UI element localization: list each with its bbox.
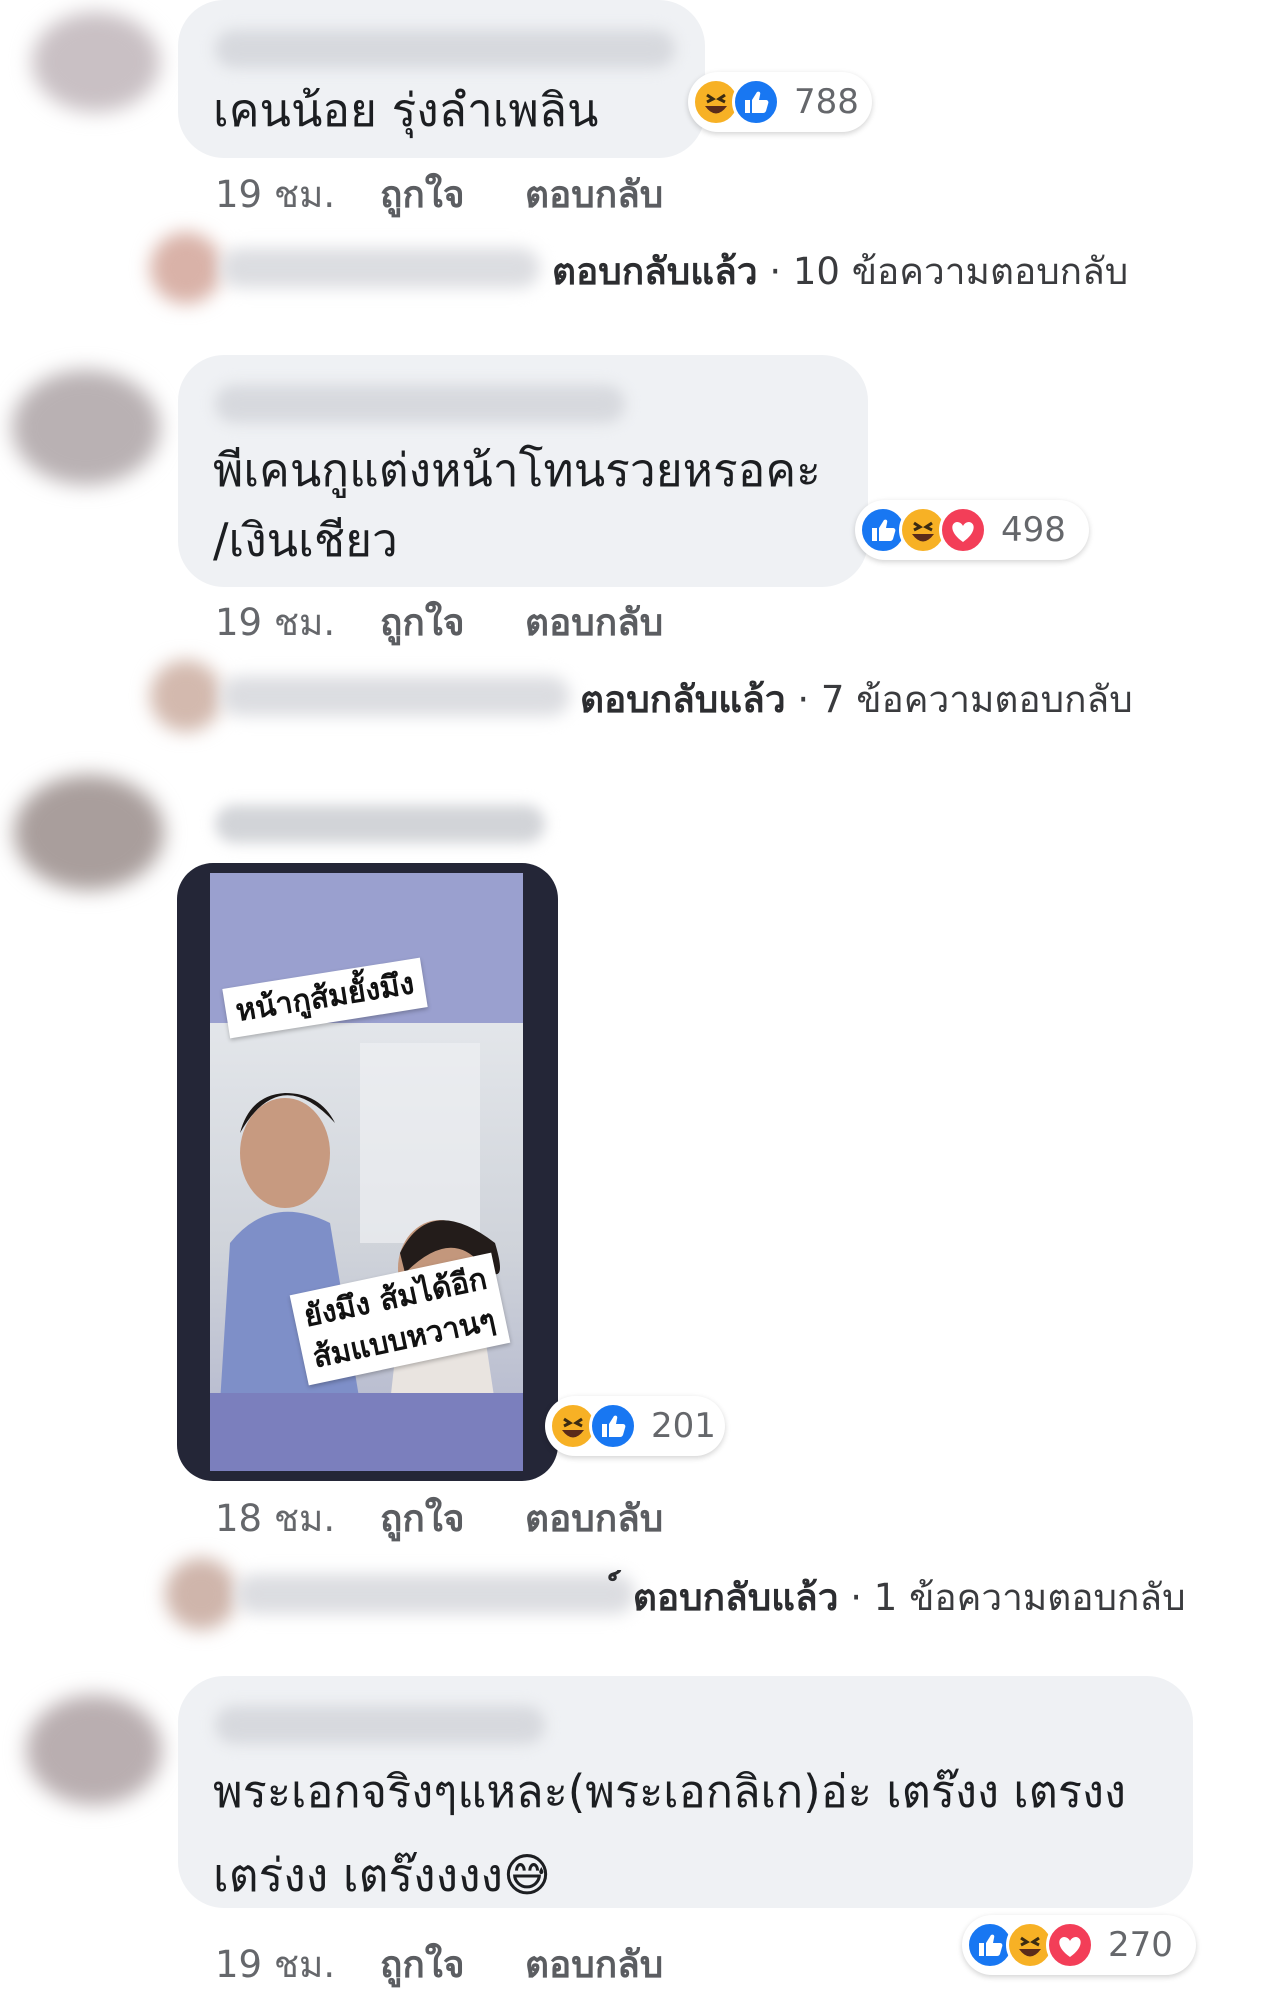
avatar[interactable] xyxy=(14,775,164,890)
comment-actions: 18 ชม. ถูกใจ ตอบกลับ xyxy=(215,1489,715,1540)
comment-time[interactable]: 19 ชม. xyxy=(215,593,335,652)
like-action[interactable]: ถูกใจ xyxy=(380,1935,465,1994)
commenter-name-blurred[interactable] xyxy=(215,1706,545,1744)
comment-text-line-2: /เงินเชียว xyxy=(213,513,398,567)
reply-action[interactable]: ตอบกลับ xyxy=(525,1489,663,1548)
comment-time[interactable]: 18 ชม. xyxy=(215,1489,335,1548)
love-icon xyxy=(939,506,987,554)
reply-count: · 7 ข้อความตอบกลับ xyxy=(785,678,1133,721)
reply-name-blurred xyxy=(220,248,540,288)
comment-text: เคนน้อย รุ่งลำเพลิน xyxy=(213,83,599,137)
comment-image[interactable]: หน้ากูส้มยั้งมึง ยังมึง ส้มได้อีก ส้มแบบ… xyxy=(177,863,558,1481)
love-icon xyxy=(1046,1921,1094,1969)
replies-summary[interactable]: ์ ตอบกลับแล้ว · 1 ข้อความตอบกลับ xyxy=(165,1548,1186,1638)
reply-count: · 1 ข้อความตอบกลับ xyxy=(838,1576,1186,1619)
commenter-name-blurred[interactable] xyxy=(215,30,675,68)
avatar[interactable] xyxy=(12,370,160,485)
comment-time[interactable]: 19 ชม. xyxy=(215,1935,335,1994)
replies-summary[interactable]: ตอบกลับแล้ว · 7 ข้อความตอบกลับ xyxy=(150,650,1150,740)
comment-text-line-2: เตร่งง เตร๊งงงง xyxy=(213,1848,503,1902)
avatar[interactable] xyxy=(26,1695,162,1805)
reply-action[interactable]: ตอบกลับ xyxy=(525,165,663,224)
reply-action[interactable]: ตอบกลับ xyxy=(525,593,663,652)
replied-label: ตอบกลับแล้ว xyxy=(580,678,786,721)
reaction-count: 201 xyxy=(651,1406,716,1446)
like-action[interactable]: ถูกใจ xyxy=(380,593,465,652)
reply-avatar xyxy=(150,660,222,732)
reaction-summary[interactable]: 270 xyxy=(962,1915,1196,1975)
comment-actions: 19 ชม. ถูกใจ ตอบกลับ xyxy=(215,593,715,644)
reaction-summary[interactable]: 498 xyxy=(855,500,1089,560)
like-action[interactable]: ถูกใจ xyxy=(380,1489,465,1548)
comment-actions: 19 ชม. ถูกใจ ตอบกลับ xyxy=(215,165,715,216)
reply-avatar xyxy=(150,232,222,304)
commenter-name-blurred[interactable] xyxy=(215,385,625,423)
reaction-summary[interactable]: 788 xyxy=(688,72,872,132)
comment-time[interactable]: 19 ชม. xyxy=(215,165,335,224)
replied-label: ตอบกลับแล้ว xyxy=(552,250,758,293)
avatar[interactable] xyxy=(32,12,160,112)
reaction-count: 788 xyxy=(794,82,859,122)
like-action[interactable]: ถูกใจ xyxy=(380,165,465,224)
comment-text-line-1: พีเคนกูแต่งหน้าโทนรวยหรอคะ xyxy=(213,443,821,497)
sweat-smile-icon: 😅 xyxy=(503,1848,551,1902)
reaction-summary[interactable]: 201 xyxy=(545,1396,725,1456)
like-icon xyxy=(732,78,780,126)
reply-name-blurred xyxy=(220,676,570,716)
reply-count: · 10 ข้อความตอบกลับ xyxy=(757,250,1129,293)
comment-actions: 19 ชม. ถูกใจ ตอบกลับ xyxy=(215,1935,715,1986)
reaction-count: 498 xyxy=(1001,510,1066,550)
commenter-name-blurred[interactable] xyxy=(215,805,545,843)
like-icon xyxy=(589,1402,637,1450)
reply-action[interactable]: ตอบกลับ xyxy=(525,1935,663,1994)
reply-name-blurred xyxy=(235,1574,635,1614)
reaction-count: 270 xyxy=(1108,1925,1173,1965)
comment-text-line-1: พระเอกจริงๆแหละ(พระเอกลิเก)อ่ะ เตร๊งง เต… xyxy=(213,1765,1126,1818)
replies-summary[interactable]: ตอบกลับแล้ว · 10 ข้อความตอบกลับ xyxy=(150,222,1150,312)
replied-label: ์ ตอบกลับแล้ว xyxy=(620,1576,839,1619)
reply-avatar xyxy=(165,1558,237,1630)
